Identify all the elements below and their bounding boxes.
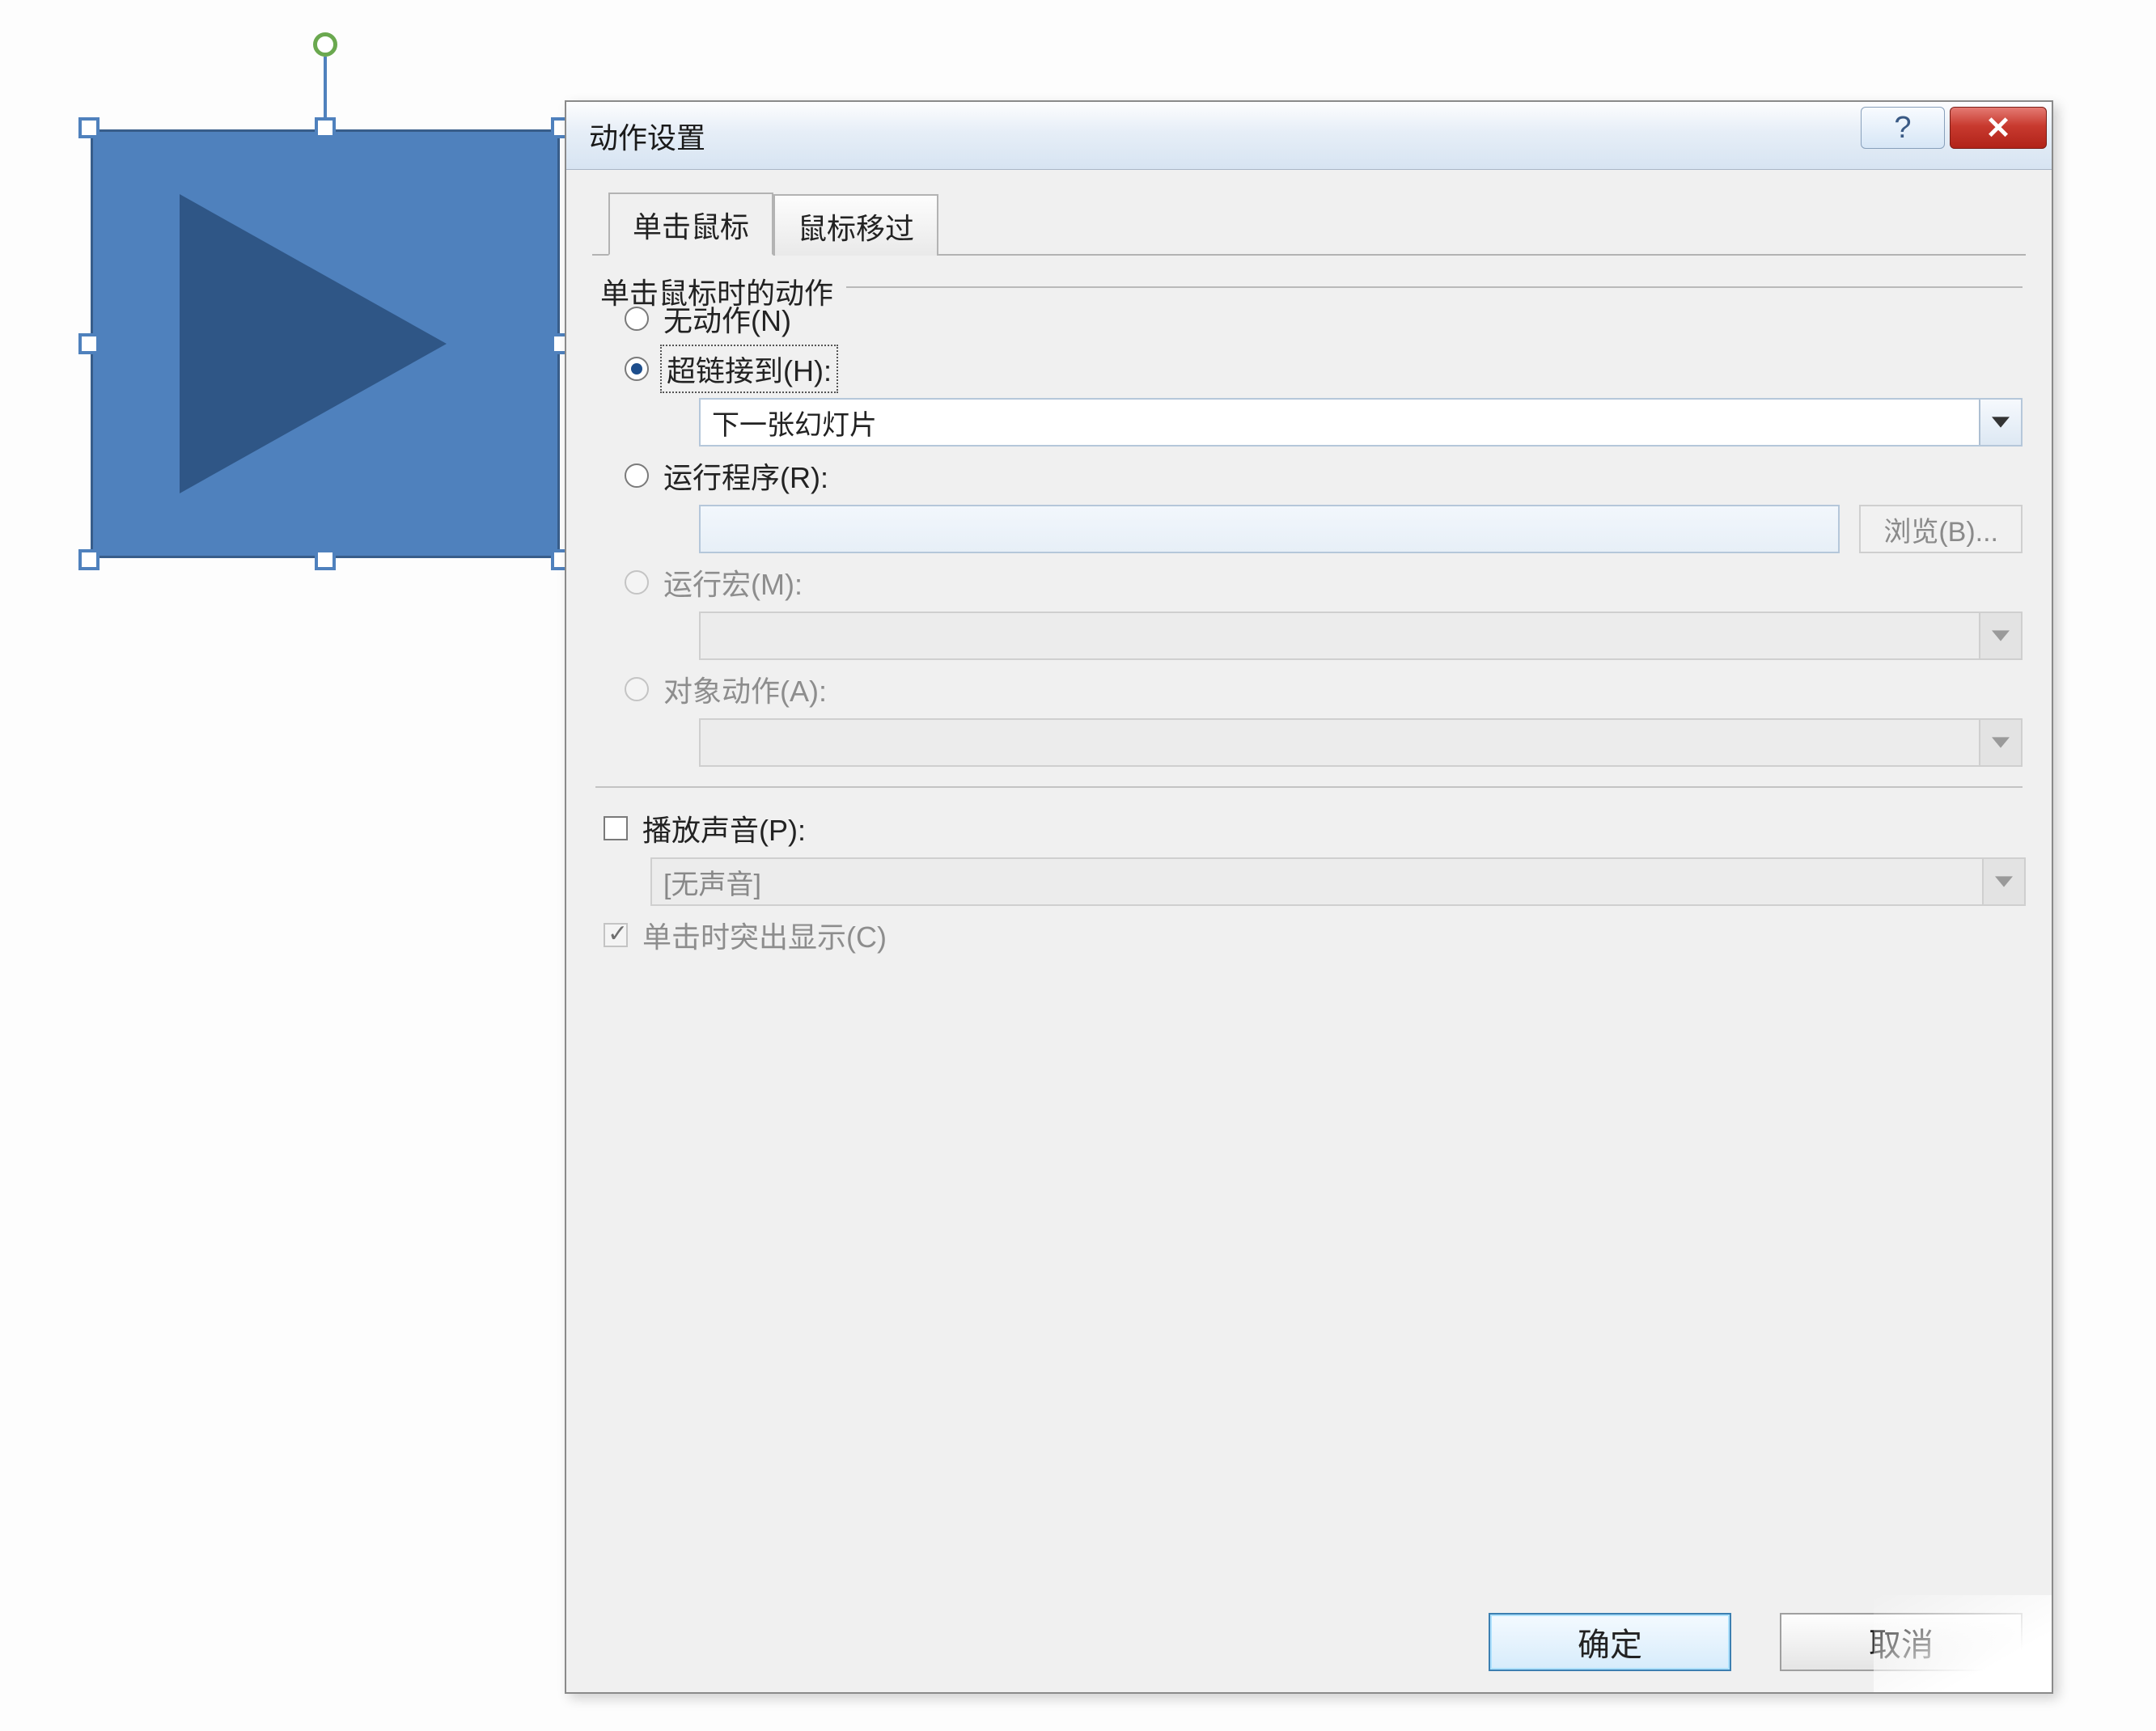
radio-run-macro-row: 运行宏(M): [625, 561, 2023, 603]
resize-handle-bm[interactable] [315, 549, 336, 570]
hyperlink-target-combo[interactable]: 下一张幻灯片 [699, 398, 2023, 447]
tab-mouse-click-label: 单击鼠标 [633, 210, 749, 243]
rotate-handle[interactable] [313, 32, 337, 57]
action-settings-dialog: 动作设置 ? ✕ 单击鼠标 鼠标移过 单击鼠标时的动作 [565, 100, 2053, 1694]
radio-hyperlink-label: 超链接到(H): [663, 348, 835, 390]
action-on-click-group: 单击鼠标时的动作 无动作(N) 超链接到(H): 下一张幻灯片 [595, 273, 2023, 767]
chevron-down-icon [1979, 720, 2021, 765]
run-macro-combo [699, 612, 2023, 660]
checkbox-play-sound[interactable] [604, 816, 628, 840]
chevron-down-icon[interactable] [1979, 400, 2021, 445]
dialog-titlebar[interactable]: 动作设置 ? ✕ [566, 102, 2052, 170]
tab-mouse-click[interactable]: 单击鼠标 [608, 193, 773, 256]
radio-run-program[interactable] [625, 463, 649, 488]
radio-run-macro [625, 570, 649, 595]
checkbox-highlight [604, 923, 628, 947]
resize-handle-tm[interactable] [315, 117, 336, 138]
help-icon: ? [1894, 111, 1911, 146]
chevron-down-icon [1979, 613, 2021, 658]
checkbox-highlight-row: 单击时突出显示(C) [604, 914, 2026, 956]
ok-button[interactable]: 确定 [1489, 1613, 1731, 1671]
chevron-down-icon [1982, 859, 2024, 904]
separator [595, 786, 2023, 788]
resize-handle-bl[interactable] [78, 549, 100, 570]
selected-shape[interactable] [91, 129, 560, 558]
tab-mouse-over-label: 鼠标移过 [798, 212, 914, 245]
radio-object-action-row: 对象动作(A): [625, 668, 2023, 710]
radio-none[interactable] [625, 307, 649, 331]
checkbox-play-sound-row[interactable]: 播放声音(P): [604, 807, 2026, 849]
radio-run-program-row[interactable]: 运行程序(R): [625, 455, 2023, 497]
ok-button-label: 确定 [1578, 1619, 1642, 1665]
hyperlink-target-value: 下一张幻灯片 [712, 403, 877, 442]
radio-object-action-label: 对象动作(A): [663, 668, 827, 710]
browse-button-label: 浏览(B)... [1883, 510, 1998, 549]
play-arrow-icon [180, 194, 447, 493]
resize-handle-ml[interactable] [78, 333, 100, 354]
close-button[interactable]: ✕ [1950, 107, 2047, 149]
browse-button[interactable]: 浏览(B)... [1859, 505, 2023, 553]
checkbox-play-sound-label: 播放声音(P): [642, 807, 806, 849]
decorative-fade [1874, 1595, 2052, 1692]
radio-object-action [625, 677, 649, 701]
dialog-title: 动作设置 [589, 115, 705, 157]
radio-run-program-label: 运行程序(R): [663, 455, 828, 497]
resize-handle-tl[interactable] [78, 117, 100, 138]
object-action-combo [699, 718, 2023, 767]
help-button[interactable]: ? [1861, 107, 1945, 149]
radio-run-macro-label: 运行宏(M): [663, 561, 803, 603]
run-program-path-input[interactable] [699, 505, 1840, 553]
radio-hyperlink[interactable] [625, 357, 649, 381]
close-icon: ✕ [1985, 110, 2011, 146]
play-sound-value: [无声音] [663, 862, 761, 902]
tab-mouse-over[interactable]: 鼠标移过 [773, 194, 938, 256]
checkbox-highlight-label: 单击时突出显示(C) [642, 914, 887, 956]
radio-hyperlink-row[interactable]: 超链接到(H): [625, 348, 2023, 390]
play-sound-combo: [无声音] [650, 857, 2026, 906]
